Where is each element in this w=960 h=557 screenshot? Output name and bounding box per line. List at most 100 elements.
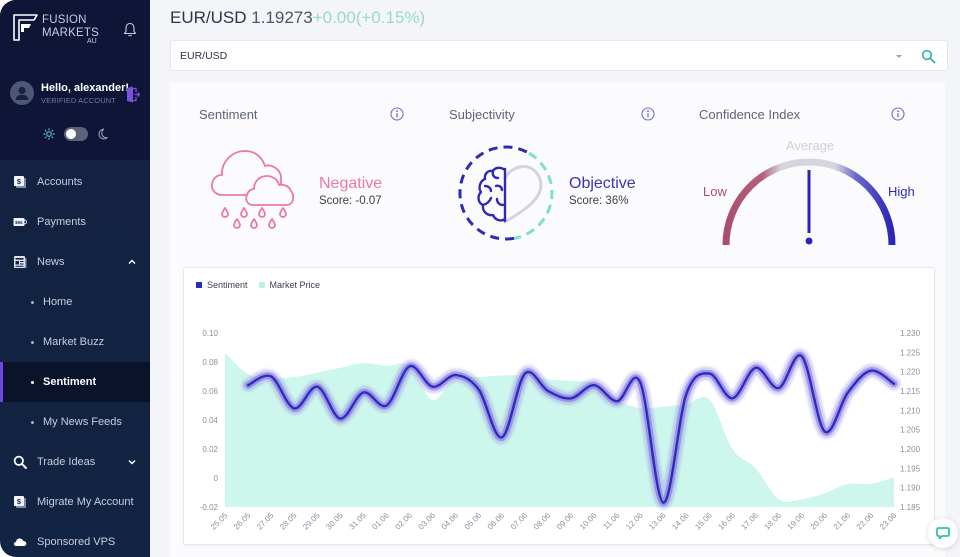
sentiment-point[interactable] — [707, 371, 712, 376]
market-price-point[interactable] — [661, 404, 665, 408]
sentiment-point[interactable] — [638, 380, 643, 385]
sentiment-point[interactable] — [338, 416, 343, 421]
market-price-point[interactable] — [846, 482, 850, 486]
market-price-point[interactable] — [569, 379, 573, 383]
sidebar-item-label: Sentiment — [43, 376, 97, 388]
market-price-point[interactable] — [800, 497, 804, 501]
market-price-point[interactable] — [707, 398, 711, 402]
y-right-tick-label: 1.205 — [900, 426, 921, 435]
x-tick-label: 27.05 — [255, 511, 276, 532]
instrument-search[interactable]: EUR/USD — [170, 40, 948, 71]
sidebar-item-label: Trade Ideas — [37, 456, 96, 468]
y-left-tick-label: 0.08 — [202, 358, 218, 367]
sentiment-point[interactable] — [892, 381, 897, 386]
market-price-point[interactable] — [431, 398, 435, 402]
instrument-change: +0.00(+0.15%) — [312, 8, 426, 27]
svg-text:$¥£: $¥£ — [15, 220, 23, 225]
sidebar-item-trade-ideas[interactable]: Trade Ideas — [0, 442, 150, 482]
info-icon[interactable] — [641, 107, 655, 121]
svg-text:$: $ — [17, 499, 21, 506]
sentiment-point[interactable] — [661, 500, 666, 505]
market-price-point[interactable] — [223, 351, 227, 355]
sentiment-point[interactable] — [522, 371, 527, 376]
gauge-pivot — [805, 237, 813, 245]
y-left-tick-label: 0.04 — [202, 416, 218, 425]
chevron-up-icon[interactable] — [127, 257, 137, 267]
y-left-tick-label: 0.06 — [202, 387, 218, 396]
brain-heart-icon — [458, 145, 554, 241]
market-price-point[interactable] — [338, 366, 342, 370]
instrument-price: 1.19273 — [251, 8, 313, 27]
sentiment-point[interactable] — [453, 373, 458, 378]
market-price-point[interactable] — [869, 482, 873, 486]
bell-icon[interactable] — [123, 22, 137, 37]
sidebar-subitem-sentiment[interactable]: Sentiment — [0, 362, 150, 402]
sentiment-point[interactable] — [569, 396, 574, 401]
sentiment-point[interactable] — [361, 390, 366, 395]
info-icon[interactable] — [891, 107, 905, 121]
search-icon[interactable] — [921, 49, 936, 64]
dropdown-caret-icon[interactable] — [896, 55, 902, 58]
sentiment-point[interactable] — [799, 354, 804, 359]
market-price-point[interactable] — [315, 371, 319, 375]
sentiment-point[interactable] — [730, 396, 735, 401]
legend-swatch-market-price — [258, 282, 265, 288]
sidebar-subitem-my-news-feeds[interactable]: My News Feeds — [0, 402, 150, 442]
sun-icon[interactable] — [43, 128, 55, 140]
dollar-card-icon: $ — [14, 176, 26, 188]
instrument-search-input[interactable]: EUR/USD — [180, 50, 227, 62]
sentiment-point[interactable] — [407, 364, 412, 369]
sentiment-point[interactable] — [246, 383, 251, 388]
sentiment-point[interactable] — [845, 390, 850, 395]
avatar[interactable] — [10, 81, 34, 105]
chat-button[interactable] — [928, 518, 958, 548]
logout-icon[interactable] — [126, 86, 140, 103]
moon-icon[interactable] — [97, 128, 108, 140]
market-price-point[interactable] — [777, 497, 781, 501]
market-price-point[interactable] — [361, 361, 365, 365]
sidebar-item-label: Accounts — [37, 176, 83, 188]
sentiment-point[interactable] — [868, 368, 873, 373]
sidebar-item-sponsored-vps[interactable]: Sponsored VPS — [0, 522, 150, 557]
sidebar-subitem-home[interactable]: Home — [0, 282, 150, 322]
sidebar-item-accounts[interactable]: $ Accounts — [0, 162, 150, 202]
x-tick-label: 02.06 — [393, 511, 414, 532]
sentiment-point[interactable] — [269, 374, 274, 379]
subjectivity-card-title: Subjectivity — [449, 107, 515, 122]
market-price-point[interactable] — [384, 364, 388, 368]
sentiment-point[interactable] — [615, 399, 620, 404]
market-price-point[interactable] — [246, 372, 250, 376]
x-tick-label: 05.06 — [463, 511, 484, 532]
sentiment-point[interactable] — [384, 403, 389, 408]
market-price-point[interactable] — [292, 375, 296, 379]
info-icon[interactable] — [390, 107, 404, 121]
market-price-point[interactable] — [731, 447, 735, 451]
sentiment-point[interactable] — [822, 429, 827, 434]
sentiment-point[interactable] — [476, 387, 481, 392]
x-tick-label: 21.06 — [832, 511, 853, 532]
market-price-point[interactable] — [754, 466, 758, 470]
sentiment-point[interactable] — [499, 435, 504, 440]
market-price-point[interactable] — [500, 374, 504, 378]
fusion-logo-icon[interactable] — [12, 13, 38, 41]
sidebar-item-news[interactable]: News — [0, 242, 150, 282]
sidebar-item-payments[interactable]: $¥£ Payments — [0, 202, 150, 242]
sentiment-point[interactable] — [753, 365, 758, 370]
legend-item-sentiment[interactable]: Sentiment — [196, 280, 248, 290]
theme-toggle[interactable] — [64, 127, 88, 141]
sentiment-point[interactable] — [592, 383, 597, 388]
market-price-point[interactable] — [823, 491, 827, 495]
sentiment-point[interactable] — [684, 391, 689, 396]
sidebar-item-migrate-my-account[interactable]: $ Migrate My Account — [0, 482, 150, 522]
y-right-tick-label: 1.215 — [900, 387, 921, 396]
sentiment-point[interactable] — [430, 384, 435, 389]
x-tick-label: 25.05 — [209, 511, 230, 532]
sentiment-point[interactable] — [292, 406, 297, 411]
market-price-point[interactable] — [892, 475, 896, 479]
sentiment-point[interactable] — [315, 384, 320, 389]
sidebar-subitem-market-buzz[interactable]: Market Buzz — [0, 322, 150, 362]
chevron-down-icon[interactable] — [127, 457, 137, 467]
sentiment-point[interactable] — [776, 386, 781, 391]
sentiment-point[interactable] — [545, 389, 550, 394]
legend-item-market-price[interactable]: Market Price — [258, 280, 320, 290]
